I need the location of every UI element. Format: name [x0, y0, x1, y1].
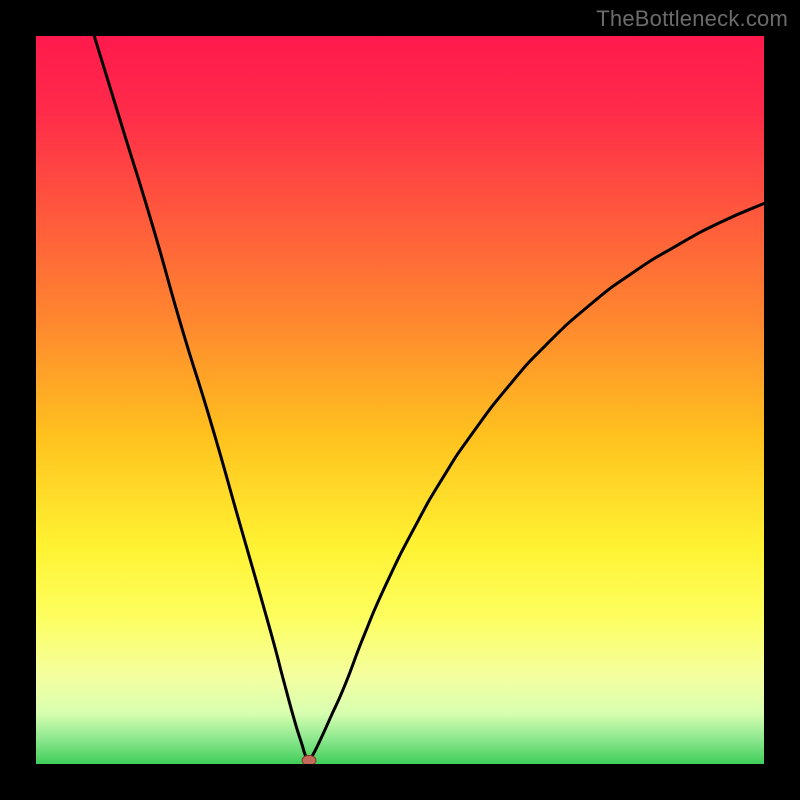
plot-svg: [36, 36, 764, 764]
optimum-marker: [302, 755, 316, 764]
chart-frame: TheBottleneck.com: [0, 0, 800, 800]
plot-area: [36, 36, 764, 764]
gradient-background: [36, 36, 764, 764]
attribution-text: TheBottleneck.com: [596, 6, 788, 32]
